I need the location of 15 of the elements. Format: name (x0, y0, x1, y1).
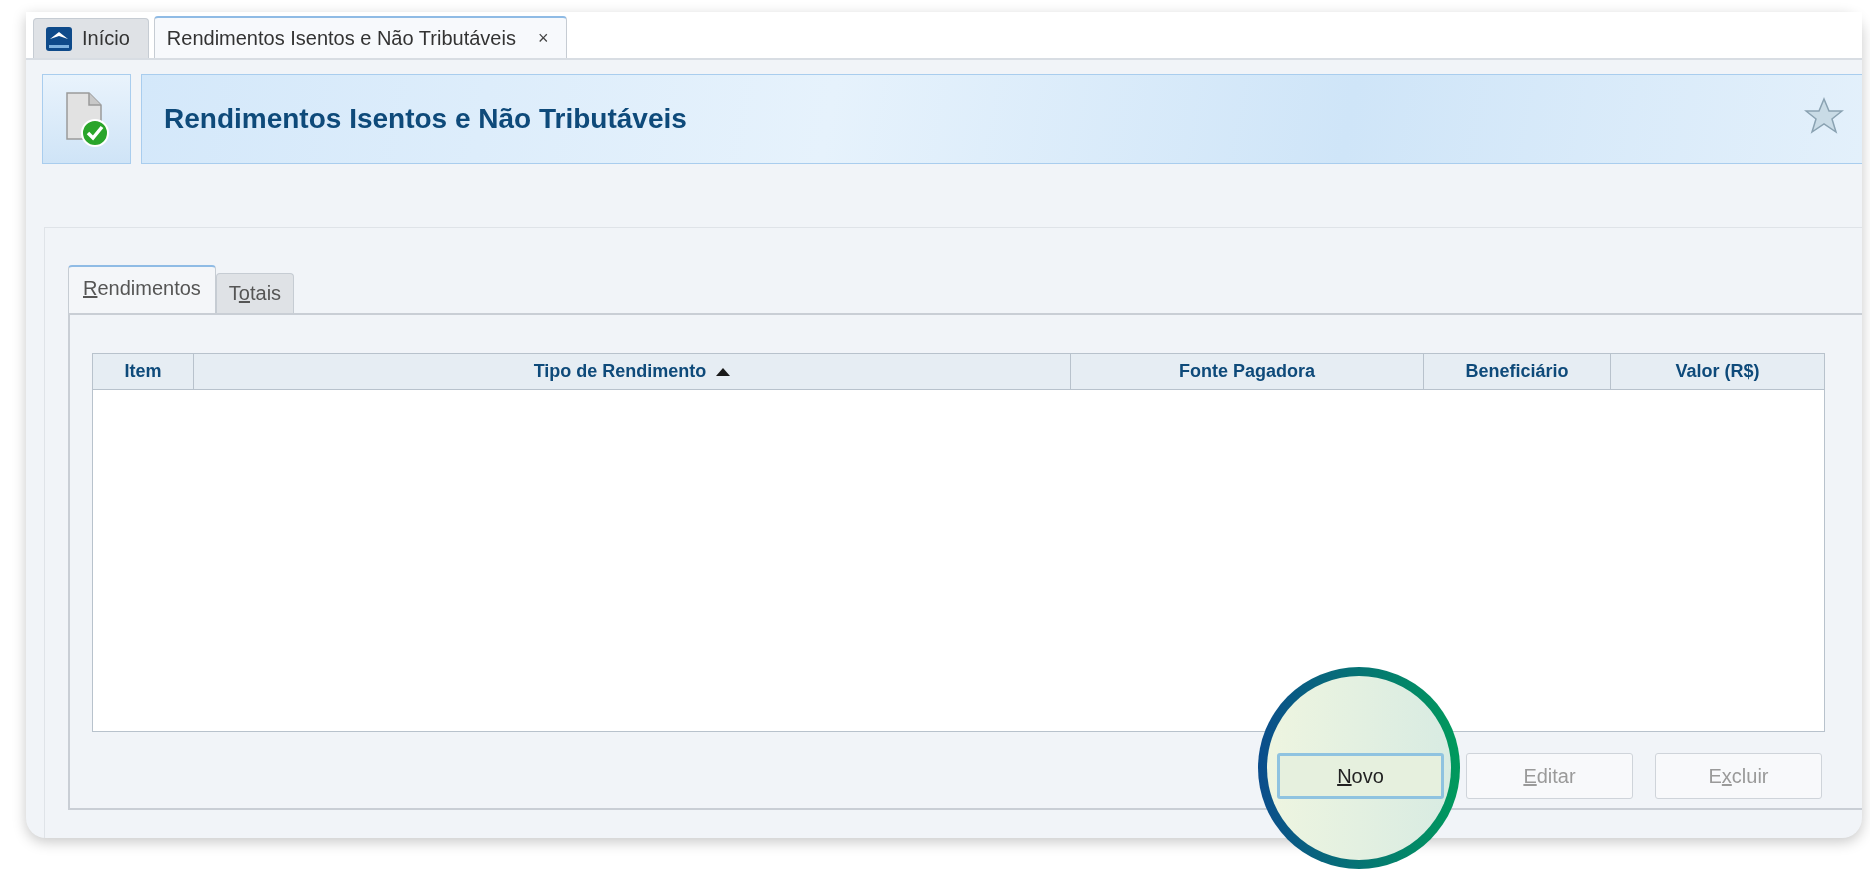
document-check-icon (64, 91, 109, 147)
home-logo-icon (46, 26, 72, 51)
section-tab[interactable]: Rendimentos (68, 265, 216, 313)
column-header[interactable]: Beneficiário (1424, 354, 1611, 389)
document-tab[interactable]: Início (33, 18, 149, 58)
close-icon[interactable]: × (537, 27, 549, 49)
column-header[interactable]: Valor (R$) (1611, 354, 1824, 389)
section-tab[interactable]: Totais (215, 273, 295, 313)
column-header[interactable]: Item (93, 354, 194, 389)
action-button[interactable]: Novo (1277, 753, 1444, 799)
column-header[interactable]: Fonte Pagadora (1071, 354, 1424, 389)
star-icon[interactable] (1804, 97, 1844, 135)
page-title: Rendimentos Isentos e Não Tributáveis (164, 103, 687, 135)
document-tab[interactable]: Rendimentos Isentos e Não Tributáveis × (153, 16, 568, 58)
column-header[interactable]: Tipo de Rendimento (194, 354, 1071, 389)
